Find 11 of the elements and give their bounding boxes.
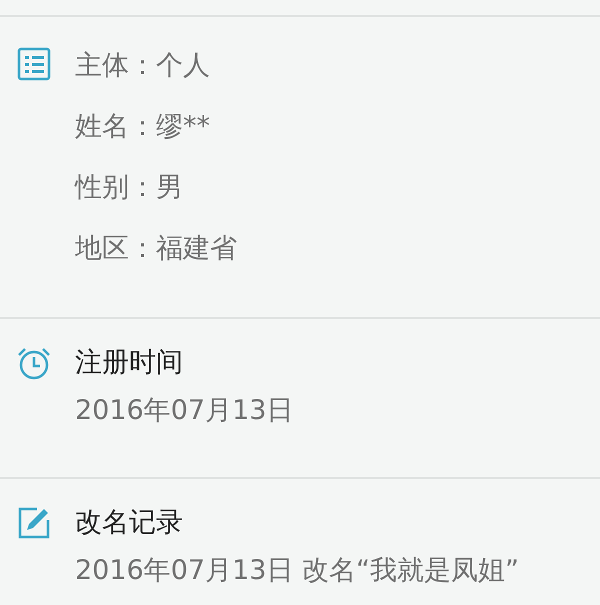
- info-field: 性别：男: [75, 157, 237, 218]
- edit-icon: [16, 506, 50, 540]
- section-value: 2016年07月13日: [75, 394, 294, 428]
- info-field: 主体：个人: [75, 35, 237, 96]
- info-field: 地区：福建省: [75, 218, 237, 279]
- alarm-clock-icon: [16, 346, 52, 382]
- list-icon: [16, 47, 50, 81]
- info-field: 姓名：缪**: [75, 96, 237, 157]
- section-title: 改名记录: [75, 506, 184, 540]
- section-value: 2016年07月13日 改名“我就是凤姐”: [75, 554, 519, 588]
- section-title: 注册时间: [75, 346, 184, 380]
